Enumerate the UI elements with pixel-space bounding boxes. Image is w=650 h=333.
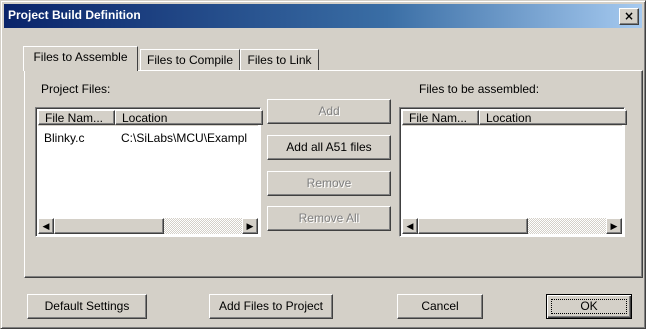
- add-all-a51-files-button[interactable]: Add all A51 files: [267, 135, 391, 160]
- dialog-window: Project Build Definition × Files to Asse…: [0, 0, 646, 329]
- default-settings-button[interactable]: Default Settings: [27, 294, 147, 319]
- scroll-left-icon: ◀: [406, 221, 414, 231]
- tab-label: Files to Assemble: [33, 50, 128, 64]
- scroll-left-button[interactable]: ◀: [402, 218, 418, 234]
- horizontal-scrollbar[interactable]: ◀ ▶: [402, 218, 622, 234]
- scroll-left-icon: ◀: [42, 221, 50, 231]
- files-to-be-assembled-label: Files to be assembled:: [419, 82, 540, 96]
- close-button[interactable]: ×: [619, 8, 639, 25]
- add-button[interactable]: Add: [267, 99, 391, 124]
- tab-files-to-link[interactable]: Files to Link: [240, 49, 319, 71]
- focus-rectangle: [551, 299, 627, 314]
- files-to-be-assembled-list[interactable]: File Nam... Location ◀ ▶: [399, 107, 627, 237]
- remove-button[interactable]: Remove: [267, 171, 391, 196]
- list-item[interactable]: Blinky.c C:\SiLabs\MCU\Exampl: [38, 130, 256, 146]
- scrollbar-thumb[interactable]: [418, 218, 528, 234]
- location-cell: C:\SiLabs\MCU\Exampl: [121, 131, 248, 145]
- tab-label: Files to Link: [247, 53, 312, 67]
- add-files-to-project-button[interactable]: Add Files to Project: [209, 294, 333, 319]
- column-header-location[interactable]: Location: [479, 110, 627, 125]
- column-header-file-name[interactable]: File Nam...: [38, 110, 115, 125]
- file-name-cell: Blinky.c: [44, 131, 85, 145]
- column-header-file-name[interactable]: File Nam...: [402, 110, 479, 125]
- cancel-button[interactable]: Cancel: [397, 294, 483, 319]
- scroll-left-button[interactable]: ◀: [38, 218, 54, 234]
- title-bar[interactable]: Project Build Definition ×: [4, 4, 642, 28]
- column-header-location[interactable]: Location: [115, 110, 263, 125]
- tab-label: Files to Compile: [146, 53, 234, 67]
- window-title: Project Build Definition: [8, 8, 141, 22]
- scroll-right-icon: ▶: [246, 221, 254, 231]
- remove-all-button[interactable]: Remove All: [267, 206, 391, 231]
- scroll-right-button[interactable]: ▶: [606, 218, 622, 234]
- list-header: File Nam... Location: [402, 110, 627, 126]
- horizontal-scrollbar[interactable]: ◀ ▶: [38, 218, 258, 234]
- tab-files-to-assemble[interactable]: Files to Assemble: [23, 46, 138, 71]
- close-icon: ×: [623, 9, 635, 23]
- project-files-list[interactable]: File Nam... Location Blinky.c C:\SiLabs\…: [35, 107, 263, 237]
- project-files-label: Project Files:: [41, 82, 111, 96]
- ok-button[interactable]: OK: [546, 294, 632, 319]
- scrollbar-thumb[interactable]: [54, 218, 164, 234]
- scroll-right-icon: ▶: [610, 221, 618, 231]
- scroll-right-button[interactable]: ▶: [242, 218, 258, 234]
- tab-files-to-compile[interactable]: Files to Compile: [140, 49, 240, 71]
- list-header: File Nam... Location: [38, 110, 263, 126]
